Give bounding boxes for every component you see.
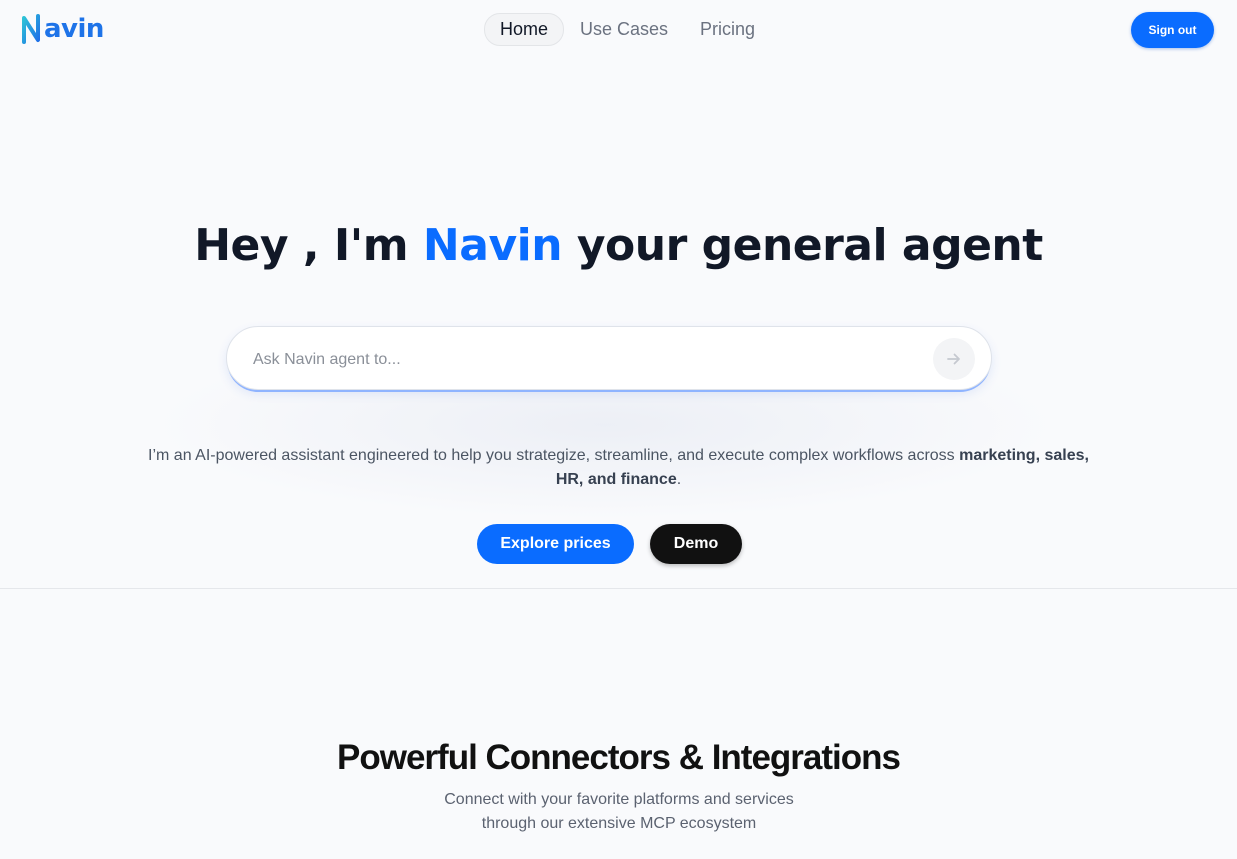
arrow-right-icon	[947, 353, 960, 365]
hero-description-text: I’m an AI-powered assistant engineered t…	[148, 447, 960, 464]
section-divider	[0, 588, 1237, 589]
site-header: avin Home Use Cases Pricing Sign out	[0, 0, 1237, 60]
demo-button[interactable]: Demo	[650, 524, 742, 564]
main-nav: Home Use Cases Pricing	[484, 13, 771, 46]
hero-title: Hey , I'm Navin your general agent	[0, 220, 1237, 271]
nav-item-home[interactable]: Home	[484, 13, 565, 46]
navin-logo-icon	[22, 14, 40, 44]
agent-prompt-box	[226, 326, 992, 390]
nav-item-pricing[interactable]: Pricing	[684, 14, 771, 45]
send-button[interactable]	[933, 338, 975, 380]
hero-description-end: .	[676, 471, 682, 488]
agent-prompt-input[interactable]	[251, 345, 935, 375]
explore-prices-button[interactable]: Explore prices	[477, 524, 634, 564]
integrations-subtitle: Connect with your favorite platforms and…	[444, 791, 794, 832]
navin-logo[interactable]: avin	[22, 12, 104, 46]
nav-item-use-cases[interactable]: Use Cases	[564, 14, 684, 45]
hero-title-start: Hey , I'm	[194, 220, 423, 271]
logo-text: avin	[44, 14, 104, 44]
hero-description: I’m an AI-powered assistant engineered t…	[140, 444, 1097, 492]
hero-title-end: your general agent	[562, 220, 1043, 271]
hero-title-brand: Navin	[422, 220, 563, 271]
sign-out-button[interactable]: Sign out	[1131, 12, 1214, 48]
integrations-title: Powerful Connectors & Integrations	[337, 738, 901, 777]
